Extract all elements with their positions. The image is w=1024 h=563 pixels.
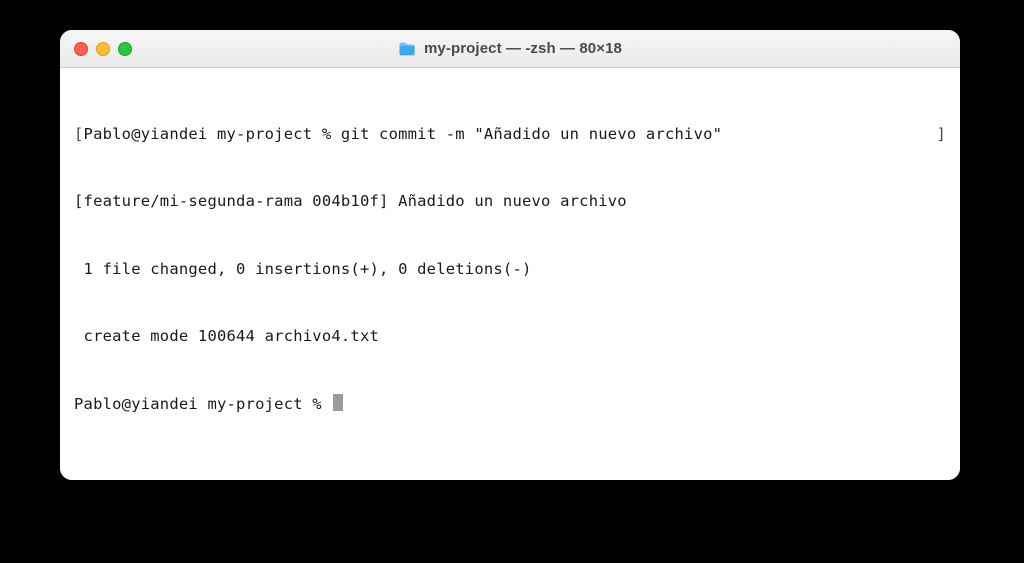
zoom-icon[interactable] (118, 42, 132, 56)
command-text: git commit -m "Añadido un nuevo archivo" (341, 125, 722, 143)
prompt-text: Pablo@yiandei my-project % (84, 125, 341, 143)
window-title-wrap: my-project — -zsh — 80×18 (60, 40, 960, 57)
terminal-line: [Pablo@yiandei my-project % git commit -… (74, 123, 946, 145)
terminal-prompt-line: Pablo@yiandei my-project % (74, 393, 946, 415)
bracket-open: [ (74, 125, 84, 143)
terminal-output[interactable]: [Pablo@yiandei my-project % git commit -… (60, 68, 960, 480)
titlebar: my-project — -zsh — 80×18 (60, 30, 960, 68)
window-title: my-project — -zsh — 80×18 (424, 40, 622, 57)
cursor-icon (333, 394, 342, 412)
prompt-text: Pablo@yiandei my-project % (74, 395, 331, 413)
minimize-icon[interactable] (96, 42, 110, 56)
close-icon[interactable] (74, 42, 88, 56)
window-controls (60, 42, 132, 56)
terminal-line: create mode 100644 archivo4.txt (74, 325, 946, 347)
terminal-line: [feature/mi-segunda-rama 004b10f] Añadid… (74, 190, 946, 212)
bracket-close: ] (936, 123, 946, 145)
terminal-window: my-project — -zsh — 80×18 [Pablo@yiandei… (60, 30, 960, 480)
folder-icon (398, 42, 416, 56)
terminal-line: 1 file changed, 0 insertions(+), 0 delet… (74, 258, 946, 280)
